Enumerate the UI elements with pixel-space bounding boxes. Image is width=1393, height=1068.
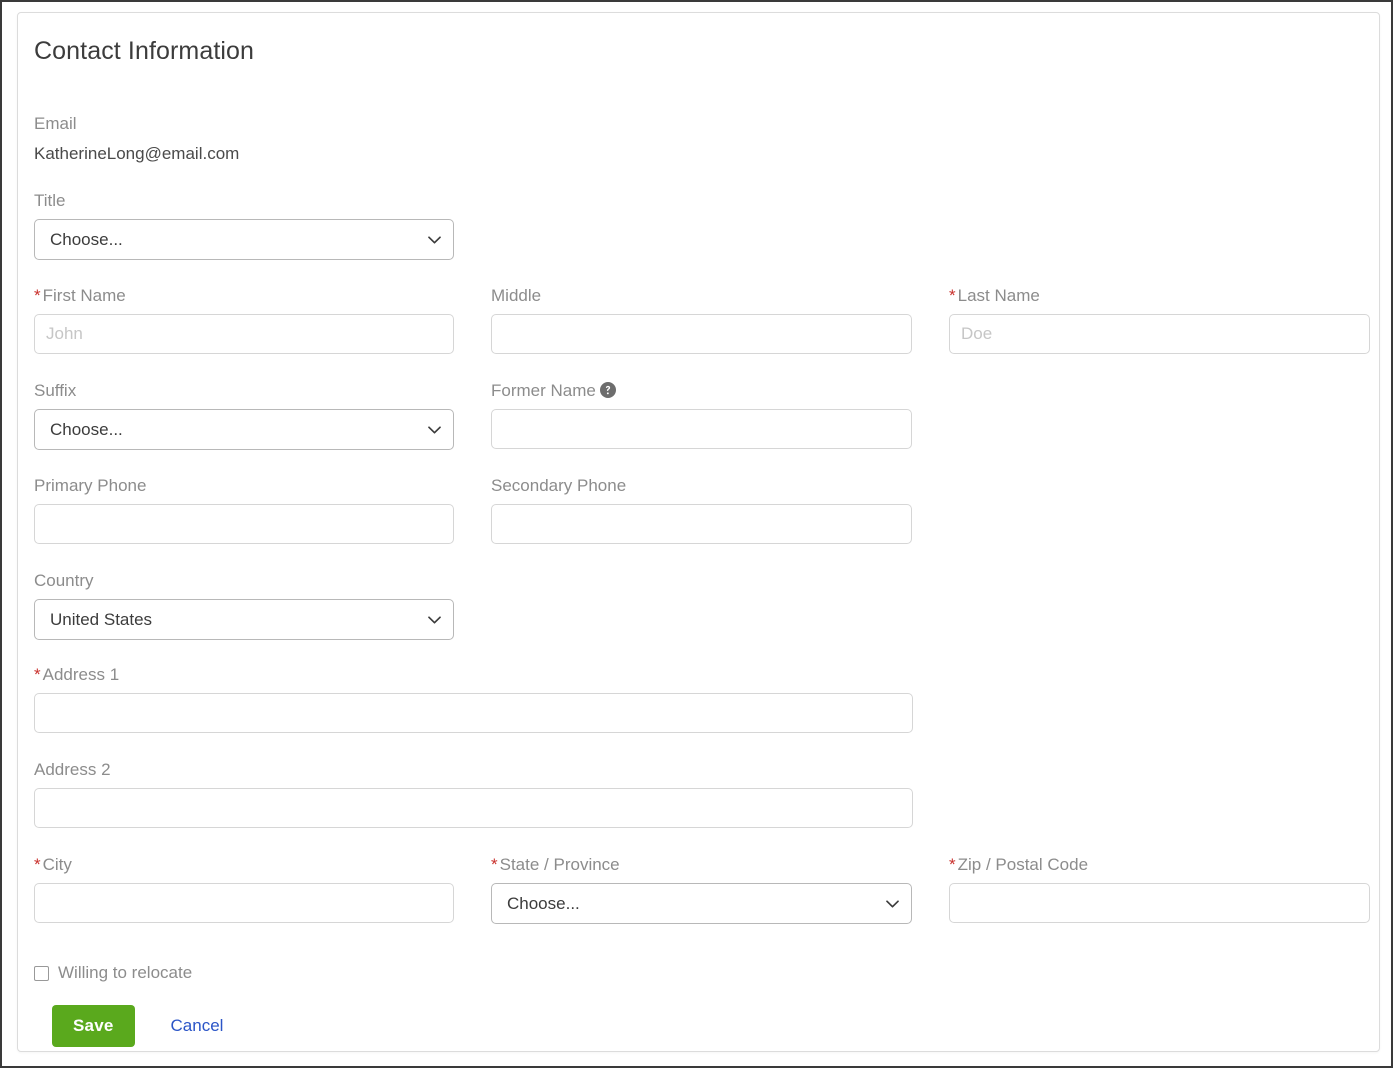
required-asterisk: * [949,855,956,874]
address2-label: Address 2 [34,760,111,779]
state-label-text: State / Province [499,855,620,874]
middle-name-input[interactable] [491,314,912,354]
country-field-group: Country United States [34,570,454,640]
zip-field-group: * Zip / Postal Code [949,854,1370,923]
title-field-group: Title Choose... [34,190,454,260]
city-label: * City [34,854,454,876]
state-label: * State / Province [491,854,912,876]
city-field-group: * City [34,854,454,923]
city-label-text: City [42,855,72,874]
title-select-wrapper: Choose... [34,219,454,260]
former-name-label: Former Name [491,380,912,402]
secondary-phone-field-group: Secondary Phone [491,475,912,544]
address1-input[interactable] [34,693,913,733]
email-value: KatherineLong@email.com [34,144,240,163]
last-name-label: * Last Name [949,285,1370,307]
title-select[interactable]: Choose... [34,219,454,260]
primary-phone-label: Primary Phone [34,476,147,495]
email-label: Email [34,114,77,133]
first-name-label-text: First Name [42,286,126,305]
primary-phone-field-group: Primary Phone [34,475,454,544]
screenshot-frame: Contact Information Email KatherineLong@… [0,0,1393,1068]
required-asterisk: * [949,286,956,305]
first-name-input[interactable] [34,314,454,354]
secondary-phone-label: Secondary Phone [491,476,627,495]
address2-field-group: Address 2 [34,759,913,828]
first-name-field-group: * First Name [34,285,454,354]
contact-information-card: Contact Information Email KatherineLong@… [17,12,1380,1052]
suffix-select-wrapper: Choose... [34,409,454,450]
required-asterisk: * [491,855,498,874]
help-circle-icon[interactable] [599,382,616,398]
name-row: *First Name Middle *Last Name [34,285,1370,357]
address1-field-group: * Address 1 [34,664,913,733]
save-button[interactable]: Save [52,1005,135,1047]
page-title: Contact Information [34,37,255,65]
suffix-field-group: Suffix Choose... [34,380,454,450]
last-name-field-group: * Last Name [949,285,1370,354]
email-field-group: Email KatherineLong@email.com [34,113,554,166]
title-label: Title [34,191,66,210]
relocate-checkbox-label[interactable]: Willing to relocate [58,963,192,983]
suffix-select[interactable]: Choose... [34,409,454,450]
suffix-label: Suffix [34,381,77,400]
relocate-checkbox[interactable] [34,965,49,981]
zip-label-text: Zip / Postal Code [957,855,1089,874]
required-asterisk: * [34,855,41,874]
relocate-checkbox-row: Willing to relocate [34,963,192,983]
city-state-zip-row: * City * State / Province Choose... * Zi… [34,854,1370,926]
middle-name-field-group: Middle [491,285,912,354]
suffix-former-row: Suffix Choose... Former Name [34,380,1363,452]
required-asterisk: * [34,286,41,305]
card-inner: Contact Information Email KatherineLong@… [34,25,1370,1051]
country-select[interactable]: United States [34,599,454,640]
required-asterisk: * [34,665,41,684]
zip-input[interactable] [949,883,1370,923]
address1-label-text: Address 1 [42,665,120,684]
address2-input[interactable] [34,788,913,828]
address1-label: * Address 1 [34,664,913,686]
first-name-label: * First Name [34,285,454,307]
last-name-input[interactable] [949,314,1370,354]
address1-row: * Address 1 [34,664,1363,736]
zip-label: * Zip / Postal Code [949,854,1370,876]
address2-row: Address 2 [34,759,1363,831]
state-select-wrapper: Choose... [491,883,912,924]
city-input[interactable] [34,883,454,923]
primary-phone-input[interactable] [34,504,454,544]
last-name-label-text: Last Name [957,286,1040,305]
form-actions: Save Cancel [52,1005,223,1047]
cancel-button[interactable]: Cancel [171,1016,224,1036]
former-name-label-text: Former Name [491,381,596,400]
state-select[interactable]: Choose... [491,883,912,924]
phone-row: Primary Phone Secondary Phone [34,475,1363,547]
country-label: Country [34,571,94,590]
middle-name-label: Middle [491,286,542,305]
state-field-group: * State / Province Choose... [491,854,912,924]
country-select-wrapper: United States [34,599,454,640]
former-name-input[interactable] [491,409,912,449]
secondary-phone-input[interactable] [491,504,912,544]
former-name-field-group: Former Name [491,380,912,449]
